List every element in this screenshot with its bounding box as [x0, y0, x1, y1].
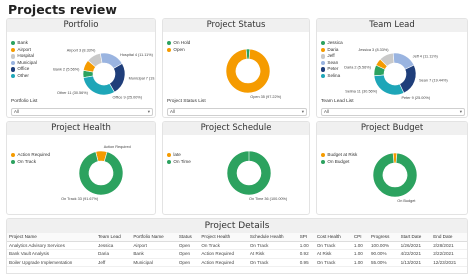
- lead-card: Team Lead Jessica Daria Jeff Sean Peter …: [316, 18, 468, 118]
- table-cell: On Track: [314, 241, 352, 251]
- donut-slice[interactable]: [226, 150, 272, 196]
- table-cell: 1.00: [351, 258, 369, 268]
- table-cell: Action Required: [199, 249, 248, 259]
- table-cell: Open: [176, 241, 200, 251]
- health-card: Project Health Action Required On Track …: [6, 121, 156, 215]
- slice-data-label: Jessica 3 (8.33%): [358, 48, 389, 52]
- slice-data-label: Daria 2 (5.56%): [344, 66, 371, 70]
- slice-data-label: Jeff 4 (11.11%): [413, 54, 439, 58]
- portfolio-filter-label: Portfolio List: [11, 99, 38, 104]
- column-header[interactable]: Team Lead: [96, 233, 132, 242]
- schedule-card: Project Schedule late On Time On Time 36…: [162, 121, 310, 215]
- slice-data-label: Sean 7 (19.44%): [419, 78, 448, 82]
- status-card: Project Status On Hold Open Open 35 (97.…: [162, 18, 310, 118]
- table-cell: Airport: [131, 241, 177, 251]
- status-filter-select[interactable]: All ▾: [167, 108, 307, 116]
- project-details-title: Project Details: [7, 219, 467, 233]
- donut-slice[interactable]: [373, 74, 405, 96]
- table-cell: Analytics Advisory Services: [7, 241, 97, 251]
- schedule-donut: On Time 36 (100.00%): [226, 150, 288, 201]
- slice-data-label: On Budget: [397, 199, 416, 203]
- lead-filter-label: Team Lead List: [321, 99, 354, 104]
- portfolio-filter-value: All: [14, 109, 19, 114]
- status-filter-value: All: [170, 109, 175, 114]
- table-row[interactable]: Bank Vault Analysis Daria Bank Open Acti…: [7, 249, 467, 259]
- portfolio-card: Portfolio Bank Airport Hospital Municipa…: [6, 18, 156, 118]
- table-cell: Open: [176, 258, 200, 268]
- column-header[interactable]: Schedule Health: [247, 233, 298, 242]
- table-cell: Bank Vault Analysis: [7, 249, 97, 259]
- table-cell: On Track: [314, 258, 352, 268]
- table-cell: 1.00: [297, 241, 315, 251]
- table-header-row: Project Name Team Lead Portfolio Name St…: [7, 233, 467, 242]
- table-cell: 100.00%: [368, 241, 399, 251]
- chevron-down-icon: ▾: [147, 109, 150, 114]
- slice-data-label: Action Required: [104, 145, 131, 149]
- table-cell: Municipal: [131, 258, 177, 268]
- table-cell: Jeff: [96, 258, 132, 268]
- table-cell: On Track: [247, 241, 298, 251]
- table-cell: On Track: [247, 258, 298, 268]
- table-cell: Action Required: [199, 258, 248, 268]
- table-cell: On Track: [199, 241, 248, 251]
- table-cell: 4/22/2021: [398, 249, 432, 259]
- table-cell: 1/26/2021: [398, 241, 432, 251]
- column-header[interactable]: Portfolio Name: [131, 233, 177, 242]
- table-cell: 2/22/2021: [431, 249, 467, 259]
- table-cell: 1.00: [351, 249, 369, 259]
- column-header[interactable]: CPI: [351, 233, 369, 242]
- table-cell: Daria: [96, 249, 132, 259]
- slice-data-label: Airport 3 (8.33%): [67, 49, 96, 53]
- table-cell: Open: [176, 249, 200, 259]
- table-cell: Boiler Upgrade Implementation: [7, 258, 97, 268]
- table-cell: At Risk: [314, 249, 352, 259]
- column-header[interactable]: End Date: [431, 233, 467, 242]
- lead-filter-value: All: [324, 109, 329, 114]
- budget-donut: On Budget: [372, 152, 418, 203]
- column-header[interactable]: Start Date: [398, 233, 432, 242]
- table-cell: 1.00: [351, 241, 369, 251]
- chevron-down-icon: ▾: [301, 109, 304, 114]
- slice-data-label: Office 9 (25.00%): [113, 95, 143, 99]
- table-cell: At Risk: [247, 249, 298, 259]
- page-title: Projects review: [8, 2, 117, 17]
- slice-data-label: Selina 11 (30.56%): [345, 90, 378, 94]
- donut-slice[interactable]: [82, 75, 115, 96]
- table-cell: 55.00%: [368, 258, 399, 268]
- slice-data-label: Peter 9 (25.00%): [401, 96, 430, 100]
- table-cell: 2/28/2021: [431, 241, 467, 251]
- portfolio-filter-select[interactable]: All ▾: [11, 108, 153, 116]
- column-header[interactable]: Cost Health: [314, 233, 352, 242]
- slice-data-label: Bank 2 (5.56%): [53, 68, 80, 72]
- project-details-panel: Project Details Project Name Team Lead P…: [6, 218, 468, 274]
- table-row[interactable]: Boiler Upgrade Implementation Jeff Munic…: [7, 258, 467, 268]
- table-row[interactable]: Analytics Advisory Services Jessica Airp…: [7, 241, 467, 251]
- table-cell: 12/23/2021: [431, 258, 467, 268]
- slice-data-label: Other 11 (30.56%): [57, 91, 89, 95]
- status-filter-label: Project Status List: [167, 99, 206, 104]
- table-cell: 0.92: [297, 249, 315, 259]
- table-cell: Jessica: [96, 241, 132, 251]
- column-header[interactable]: Progress: [368, 233, 399, 242]
- project-details-table: Project Name Team Lead Portfolio Name St…: [7, 233, 467, 268]
- chevron-down-icon: ▾: [459, 109, 462, 114]
- lead-filter-select[interactable]: All ▾: [321, 108, 465, 116]
- slice-data-label: Open 35 (97.22%): [250, 95, 282, 99]
- column-header[interactable]: Status: [176, 233, 200, 242]
- slice-data-label: On Time 36 (100.00%): [249, 197, 288, 201]
- column-header[interactable]: SPI: [297, 233, 315, 242]
- table-cell: 0.95: [297, 258, 315, 268]
- slice-data-label: Hospital 4 (11.11%): [120, 53, 154, 57]
- table-cell: Bank: [131, 249, 177, 259]
- slice-data-label: Municipal 7 (19.44%): [129, 76, 156, 80]
- table-cell: 1/13/2021: [398, 258, 432, 268]
- column-header[interactable]: Project Name: [7, 233, 97, 242]
- table-cell: 90.00%: [368, 249, 399, 259]
- slice-data-label: On Track 33 (91.67%): [61, 197, 99, 201]
- budget-card: Project Budget Budget at Risk On Budget …: [316, 121, 468, 215]
- health-donut: Action Required On Track 33 (91.67%): [61, 145, 131, 201]
- column-header[interactable]: Project Health: [199, 233, 248, 242]
